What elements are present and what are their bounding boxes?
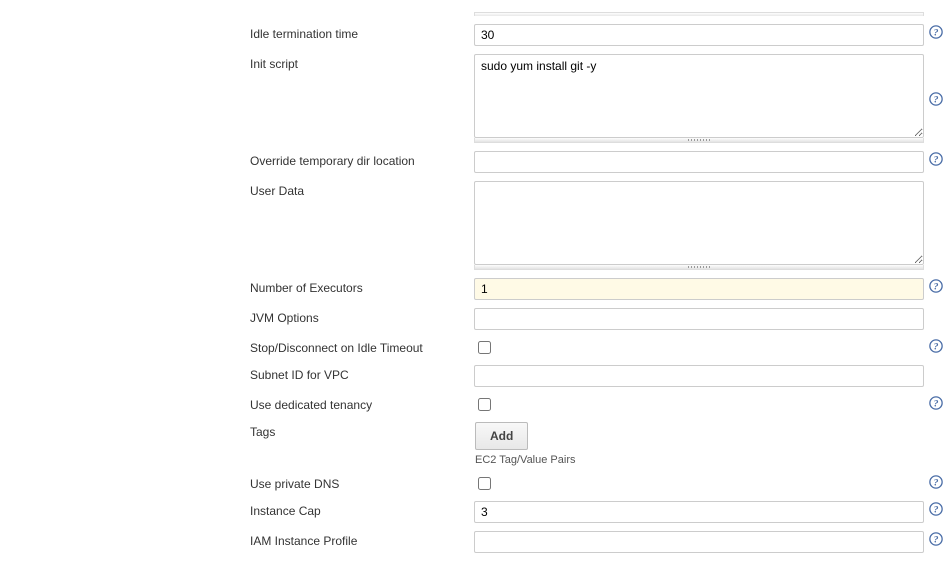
grip-handle[interactable] xyxy=(474,138,924,143)
ec2-config-form: Idle termination time ? Init script ? Ov… xyxy=(0,0,948,565)
input-instance-cap[interactable] xyxy=(474,501,924,523)
row-jvm-options: JVM Options xyxy=(0,304,948,334)
label-idle-termination-time: Idle termination time xyxy=(0,24,474,41)
checkbox-use-dedicated-tenancy[interactable] xyxy=(478,398,491,411)
svg-text:?: ? xyxy=(934,282,939,293)
label-stop-disconnect-idle: Stop/Disconnect on Idle Timeout xyxy=(0,338,475,355)
input-subnet-id-vpc[interactable] xyxy=(474,365,924,387)
svg-text:?: ? xyxy=(934,28,939,39)
svg-text:?: ? xyxy=(934,155,939,166)
label-use-dedicated-tenancy: Use dedicated tenancy xyxy=(0,395,475,412)
input-override-tmp-dir[interactable] xyxy=(474,151,924,173)
label-instance-cap: Instance Cap xyxy=(0,501,474,518)
help-icon[interactable]: ? xyxy=(928,531,944,547)
label-subnet-id-vpc: Subnet ID for VPC xyxy=(0,365,474,382)
label-num-executors: Number of Executors xyxy=(0,278,474,295)
help-icon[interactable]: ? xyxy=(928,338,944,354)
row-instance-cap: Instance Cap ? xyxy=(0,497,948,527)
help-icon[interactable]: ? xyxy=(928,501,944,517)
svg-text:?: ? xyxy=(934,94,939,105)
row-use-private-dns: Use private DNS ? xyxy=(0,470,948,497)
label-init-script: Init script xyxy=(0,54,474,71)
input-idle-termination-time[interactable] xyxy=(474,24,924,46)
row-override-tmp-dir: Override temporary dir location ? xyxy=(0,147,948,177)
grip-handle[interactable] xyxy=(474,12,924,16)
row-idle-termination-time: Idle termination time ? xyxy=(0,20,948,50)
svg-text:?: ? xyxy=(934,535,939,546)
row-user-data: User Data xyxy=(0,177,948,274)
input-iam-instance-profile[interactable] xyxy=(474,531,924,553)
label-user-data: User Data xyxy=(0,181,474,198)
add-button[interactable]: Add xyxy=(475,422,528,450)
help-icon[interactable]: ? xyxy=(928,91,944,107)
label-override-tmp-dir: Override temporary dir location xyxy=(0,151,474,168)
svg-text:?: ? xyxy=(934,478,939,489)
svg-text:?: ? xyxy=(934,399,939,410)
help-icon[interactable]: ? xyxy=(928,395,944,411)
help-icon[interactable]: ? xyxy=(928,151,944,167)
help-icon[interactable]: ? xyxy=(928,24,944,40)
help-icon[interactable]: ? xyxy=(928,278,944,294)
label-use-private-dns: Use private DNS xyxy=(0,474,475,491)
row-num-executors: Number of Executors ? xyxy=(0,274,948,304)
tags-note: EC2 Tag/Value Pairs xyxy=(475,454,924,466)
checkbox-use-private-dns[interactable] xyxy=(478,477,491,490)
row-subnet-id-vpc: Subnet ID for VPC xyxy=(0,361,948,391)
help-icon[interactable]: ? xyxy=(928,474,944,490)
input-jvm-options[interactable] xyxy=(474,308,924,330)
textarea-user-data[interactable] xyxy=(474,181,924,265)
label-jvm-options: JVM Options xyxy=(0,308,474,325)
row-use-dedicated-tenancy: Use dedicated tenancy ? xyxy=(0,391,948,418)
row-init-script: Init script ? xyxy=(0,50,948,147)
row-iam-instance-profile: IAM Instance Profile ? xyxy=(0,527,948,557)
label-iam-instance-profile: IAM Instance Profile xyxy=(0,531,474,548)
input-num-executors[interactable] xyxy=(474,278,924,300)
label-tags: Tags xyxy=(0,422,475,439)
row-tags: Tags Add EC2 Tag/Value Pairs xyxy=(0,418,948,470)
grip-handle[interactable] xyxy=(474,265,924,270)
svg-text:?: ? xyxy=(934,342,939,353)
row-stop-disconnect-idle: Stop/Disconnect on Idle Timeout ? xyxy=(0,334,948,361)
textarea-init-script[interactable] xyxy=(474,54,924,138)
checkbox-stop-disconnect-idle[interactable] xyxy=(478,341,491,354)
row-top-grip xyxy=(0,8,948,20)
svg-text:?: ? xyxy=(934,505,939,516)
